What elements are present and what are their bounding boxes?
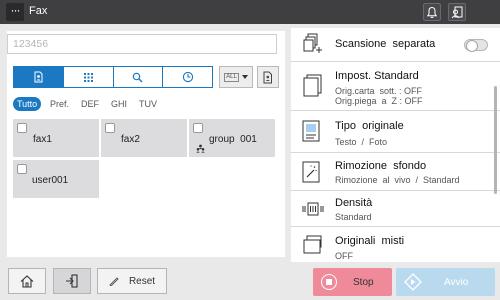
filter-dropdown-label: ALL [224, 72, 239, 82]
address-book-icon[interactable] [14, 67, 64, 87]
standard-settings-option[interactable]: Impost. Standard Orig.carta sott. : OFF … [291, 62, 500, 111]
destination-fax1[interactable]: fax1 [13, 119, 99, 157]
density-option[interactable]: Densità Standard [291, 191, 500, 227]
index-tab-ghi[interactable]: GHI [111, 97, 127, 111]
density-value: Standard [335, 212, 372, 222]
standard-settings-label: Impost. Standard [335, 70, 419, 82]
destination-user001[interactable]: user001 [13, 160, 99, 198]
top-bar: ··· Fax [0, 0, 500, 24]
destination-fax2[interactable]: fax2 [101, 119, 187, 157]
original-type-value: Testo / Foto [335, 137, 388, 147]
density-icon [302, 202, 324, 216]
home-button[interactable] [8, 268, 46, 294]
mixed-originals-value: OFF [335, 251, 353, 261]
mixed-originals-option[interactable]: Originali misti OFF [291, 227, 500, 262]
settings-scrollbar[interactable] [494, 86, 497, 194]
start-icon [404, 273, 422, 291]
register-address-button[interactable] [257, 66, 279, 88]
bell-icon[interactable] [423, 3, 441, 21]
destination-label: fax2 [121, 134, 140, 145]
keypad-icon[interactable] [63, 67, 114, 87]
standard-settings-sub1: Orig.carta sott. : OFF [335, 86, 423, 96]
reset-label: Reset [128, 275, 156, 287]
menu-button[interactable]: ··· [6, 3, 24, 21]
mixed-originals-icon [303, 235, 322, 254]
separate-scan-icon [303, 33, 322, 53]
destination-label: user001 [32, 175, 69, 186]
access-icon [66, 274, 78, 288]
checkbox[interactable] [17, 164, 27, 174]
access-button[interactable] [53, 268, 91, 294]
stop-label: Stop [353, 276, 374, 288]
destination-label: fax1 [33, 134, 52, 145]
density-label: Densità [335, 197, 373, 209]
index-tab-pref[interactable]: Pref. [50, 97, 69, 111]
app-title: Fax [29, 5, 48, 17]
search-icon[interactable] [113, 67, 164, 87]
original-type-icon [302, 120, 320, 142]
separate-scan-label: Scansione separata [335, 38, 436, 50]
index-tab-def[interactable]: DEF [81, 97, 99, 111]
destination-label: group 001 [209, 134, 257, 145]
original-type-label: Tipo originale [335, 120, 404, 132]
filter-dropdown[interactable]: ALL [219, 66, 253, 88]
index-tab-all[interactable]: Tutto [13, 97, 42, 111]
checkbox[interactable] [193, 123, 203, 133]
history-icon[interactable] [163, 67, 212, 87]
search-tabs [13, 66, 213, 88]
reset-button[interactable]: Reset [97, 268, 167, 294]
separate-scan-toggle[interactable] [464, 39, 488, 52]
group-icon [196, 144, 205, 153]
index-tab-tuv[interactable]: TUV [139, 97, 157, 111]
home-icon [20, 274, 34, 288]
fax-number-input[interactable]: 123456 [7, 34, 277, 54]
checkbox[interactable] [17, 123, 27, 133]
chevron-down-icon [241, 75, 248, 79]
checkbox[interactable] [105, 123, 115, 133]
background-removal-label: Rimozione sfondo [335, 160, 427, 172]
background-removal-icon [302, 161, 320, 183]
document-stack-icon [303, 74, 322, 97]
destination-group-001[interactable]: group 001 [189, 119, 275, 157]
standard-settings-sub2: Orig.piega a Z : OFF [335, 96, 423, 106]
original-type-option[interactable]: Tipo originale Testo / Foto [291, 111, 500, 153]
start-label: Avvio [444, 276, 469, 288]
start-button[interactable]: Avvio [396, 268, 495, 296]
separate-scan-option[interactable]: Scansione separata [291, 28, 500, 62]
user-profile-icon[interactable] [448, 3, 466, 21]
background-removal-value: Rimozione al vivo / Standard [335, 175, 460, 185]
mixed-originals-label: Originali misti [335, 235, 405, 247]
address-register-icon [263, 71, 272, 83]
background-removal-option[interactable]: Rimozione sfondo Rimozione al vivo / Sta… [291, 153, 500, 191]
reset-icon [109, 277, 119, 286]
stop-icon [321, 274, 337, 290]
stop-button[interactable]: Stop [313, 268, 392, 296]
